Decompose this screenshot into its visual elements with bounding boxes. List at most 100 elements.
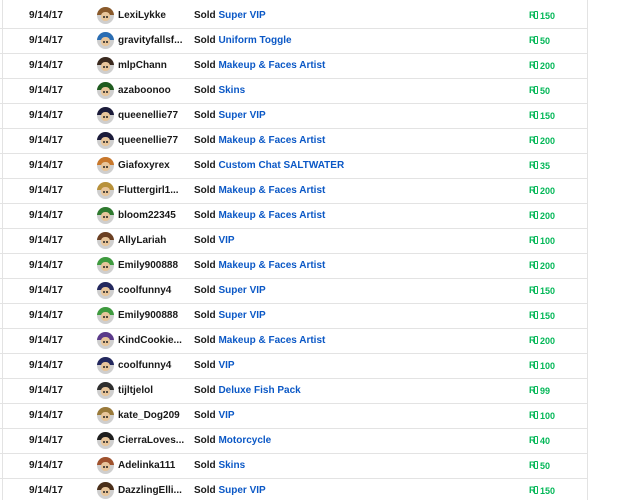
- robux-icon: R: [529, 335, 539, 345]
- avatar-icon[interactable]: [97, 207, 114, 224]
- sale-price: 200: [540, 61, 556, 71]
- buyer-username[interactable]: Emily900888: [118, 304, 178, 328]
- item-link[interactable]: Super VIP: [218, 10, 265, 21]
- buyer-username[interactable]: DazzlingElli...: [118, 479, 182, 500]
- sale-row: 9/14/17 coolfunny4 Sold Super VIP R 150: [0, 279, 588, 304]
- buyer-username[interactable]: azaboonoo: [118, 79, 171, 103]
- avatar-icon[interactable]: [97, 157, 114, 174]
- avatar-icon[interactable]: [97, 482, 114, 499]
- avatar-icon[interactable]: [97, 432, 114, 449]
- sale-date: 9/14/17: [29, 485, 64, 496]
- item-link[interactable]: Makeup & Faces Artist: [218, 260, 325, 271]
- avatar-icon[interactable]: [97, 407, 114, 424]
- item-link[interactable]: Motorcycle: [218, 435, 271, 446]
- item-link[interactable]: Skins: [218, 85, 245, 96]
- item-link[interactable]: Super VIP: [218, 110, 265, 121]
- avatar-icon[interactable]: [97, 7, 114, 24]
- avatar-icon[interactable]: [97, 82, 114, 99]
- sale-amount: R 200: [529, 204, 555, 228]
- sale-amount: R 50: [529, 79, 550, 103]
- sale-row: 9/14/17 Emily900888 Sold Makeup & Faces …: [0, 254, 588, 279]
- buyer-username[interactable]: Adelinka111: [118, 454, 175, 478]
- sale-row: 9/14/17 queenellie77 Sold Makeup & Faces…: [0, 129, 588, 154]
- item-link[interactable]: Uniform Toggle: [218, 35, 291, 46]
- sale-date: 9/14/17: [29, 35, 64, 46]
- sale-action: Sold: [194, 335, 216, 346]
- sale-description: Sold Super VIP: [194, 279, 266, 303]
- item-link[interactable]: Makeup & Faces Artist: [218, 60, 325, 71]
- buyer-username[interactable]: queenellie77: [118, 129, 178, 153]
- sale-price: 150: [540, 311, 556, 321]
- item-link[interactable]: VIP: [218, 235, 234, 246]
- sale-date: 9/14/17: [29, 10, 64, 21]
- item-link[interactable]: Super VIP: [218, 485, 265, 496]
- buyer-username[interactable]: CierraLoves...: [118, 429, 184, 453]
- buyer-username[interactable]: Fluttergirl1...: [118, 179, 179, 203]
- buyer-username[interactable]: KindCookie...: [118, 329, 182, 353]
- sale-price: 200: [540, 136, 556, 146]
- sale-row: 9/14/17 AllyLariah Sold VIP R 100: [0, 229, 588, 254]
- avatar-icon[interactable]: [97, 107, 114, 124]
- item-link[interactable]: Makeup & Faces Artist: [218, 335, 325, 346]
- buyer-username[interactable]: Giafoxyrex: [118, 154, 170, 178]
- item-link[interactable]: VIP: [218, 410, 234, 421]
- sale-description: Sold VIP: [194, 229, 235, 253]
- buyer-username[interactable]: coolfunny4: [118, 354, 171, 378]
- avatar-icon[interactable]: [97, 282, 114, 299]
- item-link[interactable]: Makeup & Faces Artist: [218, 135, 325, 146]
- avatar-icon[interactable]: [97, 382, 114, 399]
- avatar-eye: [103, 91, 105, 93]
- avatar-eye: [106, 91, 108, 93]
- buyer-username[interactable]: mlpChann: [118, 54, 167, 78]
- sale-date: 9/14/17: [29, 60, 64, 71]
- sale-action: Sold: [194, 10, 216, 21]
- item-link[interactable]: Super VIP: [218, 285, 265, 296]
- buyer-username[interactable]: Emily900888: [118, 254, 178, 278]
- sale-action: Sold: [194, 485, 216, 496]
- robux-icon: R: [529, 185, 539, 195]
- item-link[interactable]: Super VIP: [218, 310, 265, 321]
- sale-description: Sold Makeup & Faces Artist: [194, 54, 325, 78]
- buyer-username[interactable]: coolfunny4: [118, 279, 171, 303]
- item-link[interactable]: VIP: [218, 360, 234, 371]
- buyer-username[interactable]: gravityfallsf...: [118, 29, 182, 53]
- sale-description: Sold Makeup & Faces Artist: [194, 179, 325, 203]
- sale-row: 9/14/17 mlpChann Sold Makeup & Faces Art…: [0, 54, 588, 79]
- avatar-icon[interactable]: [97, 307, 114, 324]
- item-link[interactable]: Makeup & Faces Artist: [218, 185, 325, 196]
- buyer-username[interactable]: kate_Dog209: [118, 404, 180, 428]
- sale-row: 9/14/17 KindCookie... Sold Makeup & Face…: [0, 329, 588, 354]
- sale-amount: R 50: [529, 454, 550, 478]
- sale-amount: R 35: [529, 154, 550, 178]
- sale-price: 200: [540, 211, 556, 221]
- sale-date: 9/14/17: [29, 210, 64, 221]
- item-link[interactable]: Deluxe Fish Pack: [218, 385, 300, 396]
- buyer-username[interactable]: AllyLariah: [118, 229, 166, 253]
- avatar-icon[interactable]: [97, 57, 114, 74]
- avatar-icon[interactable]: [97, 357, 114, 374]
- item-link[interactable]: Makeup & Faces Artist: [218, 210, 325, 221]
- item-link[interactable]: Custom Chat SALTWATER: [218, 160, 344, 171]
- robux-icon: R: [529, 460, 539, 470]
- buyer-username[interactable]: bloom22345: [118, 204, 176, 228]
- item-link[interactable]: Skins: [218, 460, 245, 471]
- robux-icon: R: [529, 135, 539, 145]
- buyer-username[interactable]: LexiLykke: [118, 4, 166, 28]
- buyer-username[interactable]: queenellie77: [118, 104, 178, 128]
- sale-row: 9/14/17 azaboonoo Sold Skins R 50: [0, 79, 588, 104]
- avatar-icon[interactable]: [97, 232, 114, 249]
- avatar-eye: [106, 416, 108, 418]
- robux-icon: R: [529, 235, 539, 245]
- avatar-icon[interactable]: [97, 257, 114, 274]
- avatar-eye: [106, 66, 108, 68]
- buyer-username[interactable]: tijltjelol: [118, 379, 153, 403]
- avatar-icon[interactable]: [97, 457, 114, 474]
- avatar-icon[interactable]: [97, 182, 114, 199]
- avatar-eye: [106, 316, 108, 318]
- sale-action: Sold: [194, 60, 216, 71]
- sale-date: 9/14/17: [29, 260, 64, 271]
- avatar-icon[interactable]: [97, 332, 114, 349]
- avatar-icon[interactable]: [97, 32, 114, 49]
- avatar-eye: [103, 441, 105, 443]
- avatar-icon[interactable]: [97, 132, 114, 149]
